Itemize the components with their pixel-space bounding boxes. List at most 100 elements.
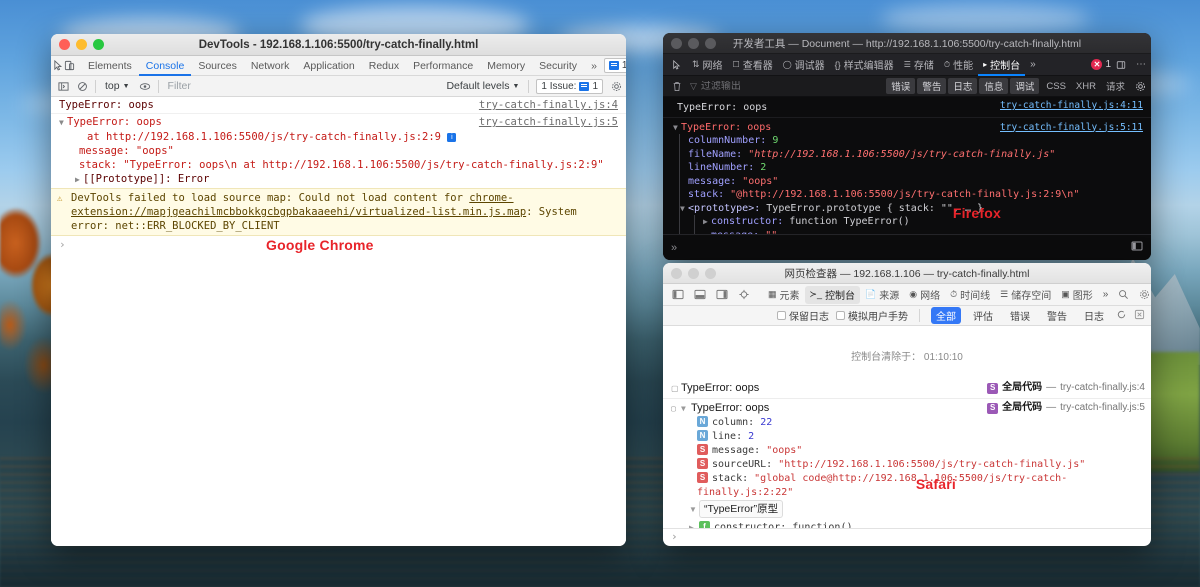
safari-console-output[interactable]: 控制台清除于： 01:10:10 ▢TypeError: oops S 全局代码… (663, 326, 1151, 528)
more-options-icon[interactable]: ⋯ (1131, 54, 1151, 76)
expand-triangle-icon[interactable]: ▼ (689, 502, 699, 518)
filter-xhr-button[interactable]: XHR (1071, 81, 1101, 92)
source-link[interactable]: try-catch-finally.js:5 (1060, 401, 1145, 415)
maximize-button[interactable] (705, 268, 716, 279)
level-logs-button[interactable]: 日志 (948, 78, 977, 94)
tab-style-editor[interactable]: {} 样式编辑器 (830, 54, 899, 76)
device-toolbar-icon[interactable] (64, 57, 75, 75)
filter-warnings-button[interactable]: 警告 (1042, 307, 1072, 324)
tab-network[interactable]: ⇅ 网络 (687, 54, 728, 76)
error-counter-chip[interactable]: ✕ 1 (1091, 59, 1111, 70)
log-levels-selector[interactable]: Default levels ▼ (440, 80, 525, 92)
firefox-devtools-window[interactable]: 开发者工具 — Document — http://192.168.1.106:… (663, 33, 1151, 260)
console-warning-row[interactable]: ⚠DevTools failed to load source map: Cou… (51, 188, 626, 236)
chrome-devtools-window[interactable]: DevTools - 192.168.1.106:5500/try-catch-… (51, 34, 626, 546)
console-row[interactable]: TypeError: oops try-catch-finally.js:4 (51, 97, 626, 114)
level-errors-button[interactable]: 错误 (886, 78, 915, 94)
console-prompt[interactable]: › (663, 528, 1151, 546)
inspect-element-icon[interactable] (667, 54, 687, 76)
firefox-filter-toolbar[interactable]: ▽ 错误 警告 日志 信息 调试 CSS XHR 请求 (663, 76, 1151, 97)
tabs-overflow-button[interactable]: » (1025, 54, 1041, 76)
source-link[interactable]: try-catch-finally.js:4:11 (1000, 99, 1143, 113)
tab-elements[interactable]: ▦ 元素 (763, 286, 805, 304)
level-debug-button[interactable]: 调试 (1010, 78, 1039, 94)
expand-triangle-icon[interactable]: ▶ (689, 521, 699, 528)
filter-css-button[interactable]: CSS (1041, 81, 1071, 92)
tab-storage[interactable]: ☰ 储存空间 (995, 286, 1056, 304)
tab-timeline[interactable]: ⏱ 时间线 (945, 286, 995, 304)
source-link[interactable]: try-catch-finally.js:5:11 (1000, 121, 1143, 135)
minimize-button[interactable] (688, 268, 699, 279)
clear-console-icon[interactable] (667, 75, 687, 97)
tab-application[interactable]: Application (296, 56, 361, 76)
tab-performance[interactable]: Performance (406, 56, 480, 76)
tab-redux[interactable]: Redux (362, 56, 406, 76)
tabs-overflow-button[interactable]: » (1098, 286, 1114, 304)
filter-logs-button[interactable]: 日志 (1079, 307, 1109, 324)
close-button[interactable] (59, 39, 70, 50)
safari-inspector-window[interactable]: 网页检查器 — 192.168.1.106 — try-catch-finall… (663, 263, 1151, 546)
settings-gear-icon[interactable] (1134, 286, 1151, 304)
console-row[interactable]: ▢▼TypeError: oops S 全局代码 — try-catch-fin… (663, 399, 1151, 528)
expand-triangle-icon[interactable]: ▼ (680, 202, 688, 216)
filter-evaluations-button[interactable]: 评估 (968, 307, 998, 324)
firefox-tabbar[interactable]: ⇅ 网络 ☐ 查看器 ◯ 调试器 {} 样式编辑器 ☰ 存储 ⏱ 性能 (663, 54, 1151, 76)
sidebar-toggle-icon[interactable] (54, 77, 73, 95)
console-property-row[interactable]: ▶fconstructor: function() (671, 521, 1147, 528)
search-icon[interactable] (1113, 286, 1134, 304)
tab-sources[interactable]: Sources (191, 56, 244, 76)
minimize-button[interactable] (688, 38, 699, 49)
clear-console-icon[interactable] (1134, 309, 1145, 323)
emulate-gesture-checkbox[interactable]: 模拟用户手势 (836, 308, 908, 323)
minimize-button[interactable] (76, 39, 87, 50)
traffic-lights[interactable] (59, 39, 104, 50)
tab-debugger[interactable]: ◯ 调试器 (778, 54, 830, 76)
level-warnings-button[interactable]: 警告 (917, 78, 946, 94)
tab-performance[interactable]: ⏱ 性能 (939, 54, 978, 76)
issues-counter-chip[interactable]: 1 Issue: 1 (536, 79, 603, 94)
chrome-console-output[interactable]: TypeError: oops try-catch-finally.js:4 ▼… (51, 97, 626, 546)
chrome-tabbar[interactable]: Elements Console Sources Network Applica… (51, 56, 626, 76)
execution-context-selector[interactable]: top ▼ (99, 80, 136, 92)
tab-graphics[interactable]: ▣ 图形 (1056, 286, 1098, 304)
dock-right-icon[interactable] (711, 286, 733, 304)
expand-triangle-icon[interactable]: ▼ (681, 402, 691, 416)
reload-icon[interactable] (1116, 309, 1127, 323)
firefox-console-output[interactable]: TypeError: oops try-catch-finally.js:4:1… (663, 97, 1151, 234)
safari-filter-toolbar[interactable]: 保留日志 模拟用户手势 全部 评估 错误 警告 日志 (663, 306, 1151, 326)
source-link[interactable]: try-catch-finally.js:4 (1060, 381, 1145, 395)
live-expression-eye-icon[interactable] (136, 77, 155, 95)
console-prototype-row[interactable]: ▼“TypeError”原型 (671, 500, 1147, 518)
console-row[interactable]: ▼TypeError: oops try-catch-finally.js:5 … (51, 114, 626, 188)
level-info-button[interactable]: 信息 (979, 78, 1008, 94)
console-row[interactable]: TypeError: oops try-catch-finally.js:4:1… (663, 99, 1151, 118)
traffic-lights[interactable] (671, 268, 716, 279)
filter-requests-button[interactable]: 请求 (1101, 79, 1130, 93)
firefox-bottom-bar[interactable]: » (663, 234, 1151, 260)
dock-toggle-icon[interactable] (1111, 54, 1131, 76)
safari-tabbar[interactable]: ▦ 元素 ≻_ 控制台 📄 来源 ◉ 网络 ⏱ 时间线 ☰ 储存空间 (663, 284, 1151, 306)
console-property-row[interactable]: ▶constructor: function TypeError() (703, 215, 1151, 229)
tab-storage[interactable]: ☰ 存储 (899, 54, 939, 76)
filter-all-button[interactable]: 全部 (931, 307, 961, 324)
element-select-icon[interactable] (733, 286, 755, 304)
console-filter-input[interactable] (697, 81, 886, 92)
expand-triangle-icon[interactable]: ▶ (75, 173, 83, 187)
source-link[interactable]: try-catch-finally.js:4 (479, 98, 618, 112)
issues-chip[interactable]: 1 (604, 58, 626, 73)
tabs-overflow-button[interactable]: » (584, 56, 604, 76)
clear-console-icon[interactable] (73, 77, 92, 95)
tab-elements[interactable]: Elements (81, 56, 139, 76)
tab-inspector[interactable]: ☐ 查看器 (728, 54, 778, 76)
source-link[interactable]: try-catch-finally.js:5 (479, 115, 618, 129)
tab-sources[interactable]: 📄 来源 (860, 286, 904, 304)
expand-triangle-icon[interactable]: ▼ (59, 116, 67, 130)
traffic-lights[interactable] (671, 38, 716, 49)
info-badge-icon[interactable]: i (447, 133, 456, 142)
settings-gear-icon[interactable] (1130, 75, 1151, 97)
close-button[interactable] (671, 38, 682, 49)
dock-left-icon[interactable] (667, 286, 689, 304)
split-console-icon[interactable] (1131, 240, 1143, 255)
console-row[interactable]: ▼TypeError: oops try-catch-finally.js:5:… (663, 118, 1151, 235)
expand-triangle-icon[interactable]: ▶ (703, 215, 711, 229)
